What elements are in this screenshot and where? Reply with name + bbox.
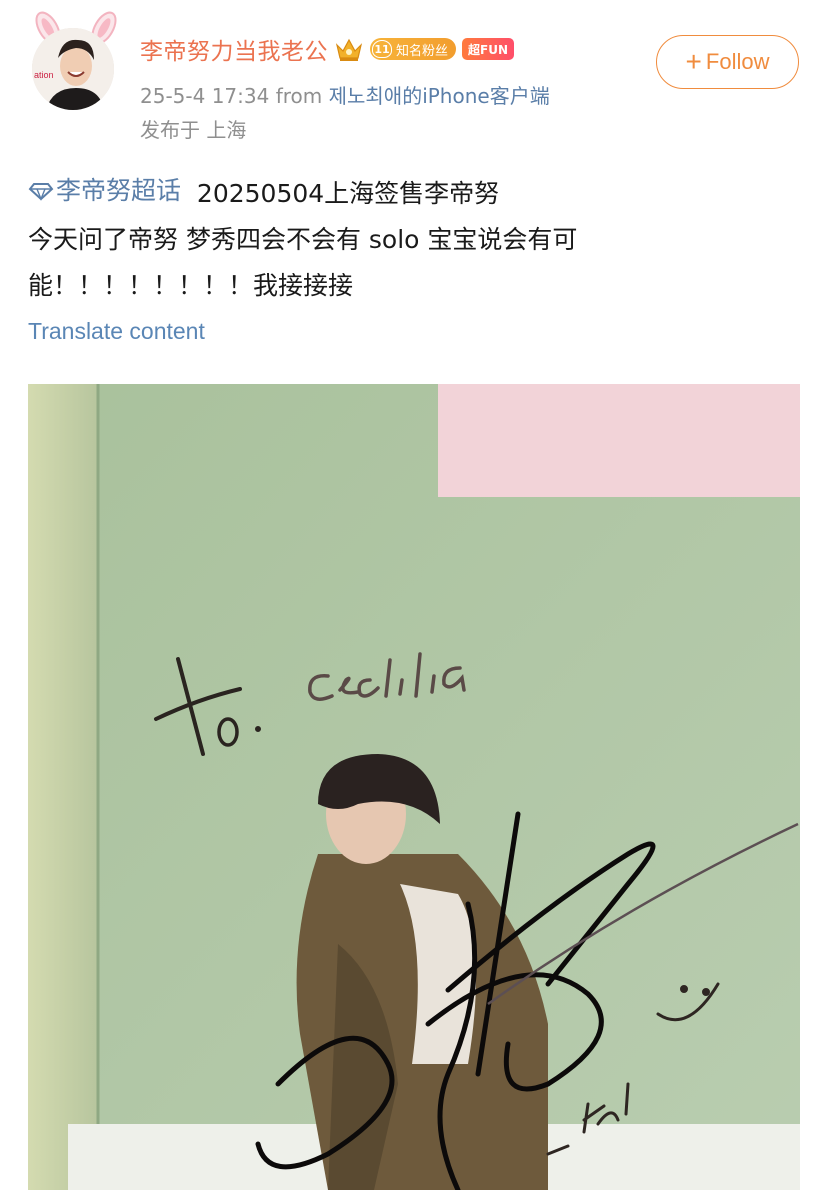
fan-level-label: 知名粉丝 bbox=[396, 43, 449, 59]
post-header: ation 李帝努力当我老公 11 知名粉丝 超FUN 25-5-4 17:34… bbox=[0, 0, 827, 150]
topic-link[interactable]: 李帝努超话 bbox=[28, 168, 181, 214]
post-photo[interactable] bbox=[28, 384, 800, 1190]
translate-content-link[interactable]: Translate content bbox=[28, 318, 205, 345]
post-time: 25-5-4 17:34 bbox=[140, 84, 270, 108]
avatar-photo: ation bbox=[32, 28, 114, 110]
super-topic-diamond-icon bbox=[28, 183, 54, 201]
follow-label: Follow bbox=[705, 49, 770, 74]
crown-icon bbox=[335, 38, 363, 61]
post-text-line1-rest: 20250504上海签售李帝努 bbox=[196, 179, 500, 208]
from-label: from bbox=[275, 84, 323, 108]
follow-button[interactable]: + Follow bbox=[656, 35, 799, 89]
avatar[interactable]: ation bbox=[26, 8, 126, 112]
post-text-line3: 能！！！！！！！！我接接接 bbox=[28, 271, 354, 300]
signed-album-photo bbox=[28, 384, 800, 1190]
fan-level-badge[interactable]: 11 知名粉丝 bbox=[370, 38, 457, 60]
svg-text:ation: ation bbox=[34, 70, 54, 80]
post-source[interactable]: 제노최애的iPhone客户端 bbox=[329, 84, 550, 108]
post-location: 发布于 上海 bbox=[140, 118, 247, 142]
author-row: 李帝努力当我老公 11 知名粉丝 超FUN bbox=[140, 32, 515, 66]
fan-level-number: 11 bbox=[372, 40, 392, 58]
topic-label: 李帝努超话 bbox=[56, 176, 182, 205]
super-fun-badge[interactable]: 超FUN bbox=[462, 38, 515, 60]
post-meta: 25-5-4 17:34 from 제노최애的iPhone客户端 bbox=[140, 80, 550, 109]
username[interactable]: 李帝努力当我老公 bbox=[140, 32, 328, 66]
plus-icon: + bbox=[685, 46, 702, 77]
post-text-line1: 李帝努超话 20250504上海签售李帝努 bbox=[28, 168, 808, 217]
post-text-line2: 今天问了帝努 梦秀四会不会有 solo 宝宝说会有可 bbox=[28, 225, 578, 254]
post-text: 李帝努超话 20250504上海签售李帝努 今天问了帝努 梦秀四会不会有 sol… bbox=[28, 168, 808, 309]
